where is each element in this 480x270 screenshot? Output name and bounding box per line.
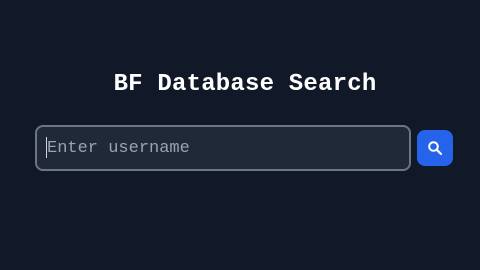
search-icon: [427, 140, 443, 156]
search-input[interactable]: [35, 125, 411, 171]
page-title: BF Database Search: [113, 71, 377, 98]
text-cursor: [46, 137, 47, 158]
search-button[interactable]: [417, 130, 453, 166]
